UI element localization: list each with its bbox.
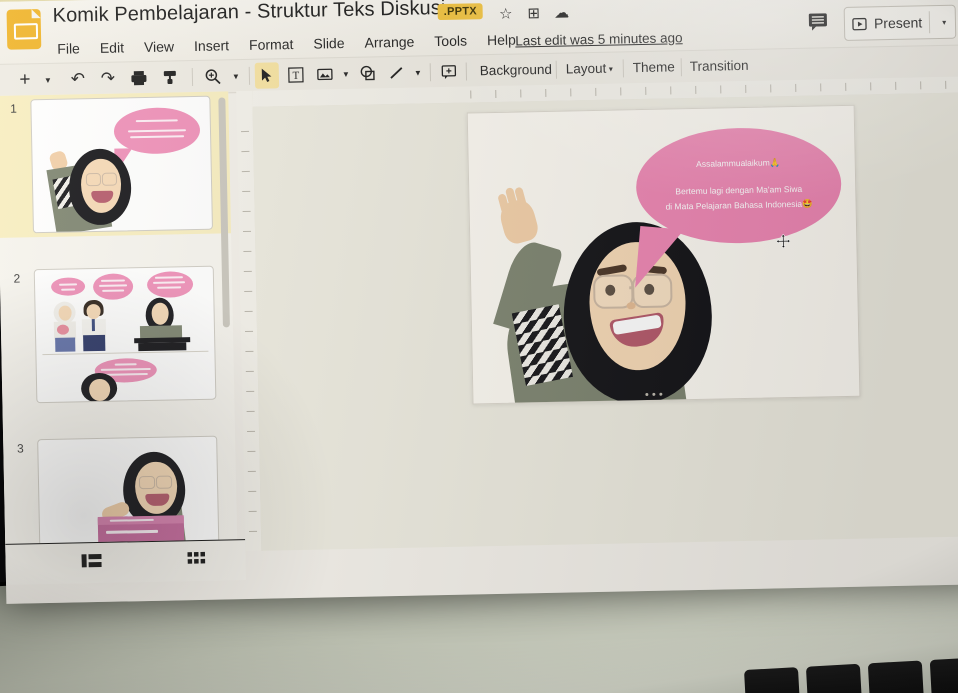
filmstrip-slide-1[interactable]: 1	[0, 91, 232, 238]
layout-caret-icon[interactable]: ▾	[609, 65, 613, 74]
avatar-hand-icon	[496, 186, 541, 247]
new-slide-icon[interactable]: +	[12, 67, 39, 94]
slide-number-2: 2	[13, 271, 21, 286]
present-divider	[928, 11, 931, 34]
play-icon	[852, 17, 867, 30]
thumb-glasses	[155, 475, 173, 489]
menu-item-insert[interactable]: Insert	[194, 37, 229, 54]
redo-icon[interactable]: ↷	[96, 65, 121, 91]
insert-image-icon[interactable]	[313, 61, 338, 87]
thumb-student-boy-face	[86, 303, 101, 320]
move-cursor-icon	[775, 233, 791, 249]
menu-item-format[interactable]: Format	[249, 36, 294, 53]
present-button[interactable]: Present ▾	[843, 4, 957, 41]
thumb-bubble	[92, 273, 134, 301]
zoom-caret-icon[interactable]: ▼	[228, 63, 245, 89]
file-type-badge: .PPTX	[437, 3, 484, 21]
filmstrip-bottom-bar	[5, 539, 247, 585]
menu-bar: File Edit View Insert Format Slide Arran…	[57, 32, 516, 57]
speech-line-1: Assalammualaikum🙏	[696, 157, 781, 169]
comment-icon[interactable]	[807, 10, 829, 32]
speech-bubble-tail	[635, 225, 685, 292]
line-caret-icon[interactable]: ▼	[410, 59, 427, 85]
badge-label: PPTX	[446, 5, 478, 18]
svg-text:T: T	[292, 70, 299, 82]
speech-line-3: di Mata Pelajaran Bahasa Indonesia🤩	[665, 198, 813, 212]
transition-button[interactable]: Transition	[690, 58, 749, 74]
slide-thumbnail-1[interactable]	[30, 95, 213, 234]
menu-item-view[interactable]: View	[144, 38, 174, 55]
menu-item-help[interactable]: Help	[487, 32, 516, 49]
current-slide[interactable]: Assalammualaikum🙏 Bertemu lagi dengan Ma…	[466, 104, 861, 405]
select-cursor-icon[interactable]	[254, 62, 280, 89]
thumb-student-boy-pants	[83, 334, 106, 352]
insert-comment-icon[interactable]	[437, 59, 462, 85]
slide-number-1: 1	[10, 101, 17, 116]
present-caret-icon[interactable]: ▾	[937, 17, 951, 26]
speech-bubble-text[interactable]: Assalammualaikum🙏 Bertemu lagi dengan Ma…	[637, 154, 841, 215]
move-to-folder-icon[interactable]: ⊞	[525, 5, 543, 23]
menu-item-arrange[interactable]: Arrange	[364, 34, 414, 51]
new-slide-caret-icon[interactable]: ▼	[40, 67, 57, 93]
thumb-bubble	[146, 271, 194, 298]
avatar-glasses-bridge	[629, 286, 635, 289]
slides-filmstrip-panel[interactable]: 1 2 3	[0, 91, 238, 574]
thumb-bubble	[50, 277, 86, 296]
laptop-screen: Kom Pembelaj Komik Pembelajaran - Strukt…	[0, 0, 958, 604]
slide-thumbnail-2[interactable]	[33, 265, 217, 404]
theme-button[interactable]: Theme	[633, 59, 675, 75]
shape-icon[interactable]	[356, 60, 381, 86]
last-edit-status[interactable]: Last edit was 5 minutes ago	[515, 30, 683, 48]
cloud-saved-icon[interactable]: ☁	[553, 4, 571, 22]
undo-icon[interactable]: ↶	[66, 66, 91, 92]
speech-line-2: Bertemu lagi dengan Ma'am Siwa	[675, 183, 803, 197]
toolbar-divider	[191, 68, 194, 87]
thumb-student-boy-tie	[91, 319, 95, 332]
grid-view-icon[interactable]	[187, 551, 207, 567]
toolbar-divider-4	[465, 62, 468, 81]
menu-item-slide[interactable]: Slide	[313, 35, 344, 52]
menu-item-tools[interactable]: Tools	[434, 33, 467, 50]
filmstrip-view-icon[interactable]	[81, 553, 102, 569]
paint-format-icon[interactable]	[158, 64, 183, 90]
google-slides-logo	[6, 9, 42, 50]
text-box-icon[interactable]: T	[284, 62, 309, 88]
toolbar-divider-6	[622, 59, 625, 78]
thumb-glasses	[138, 475, 156, 490]
thumb-desk-body	[138, 342, 187, 352]
laptop-photo: Kom Pembelaj Komik Pembelajaran - Strukt…	[0, 0, 958, 693]
slide-resize-dots	[645, 392, 663, 397]
thumb-text-line	[61, 288, 76, 291]
line-icon[interactable]	[385, 60, 410, 86]
print-icon[interactable]	[127, 65, 152, 91]
toolbar-divider-7	[680, 58, 682, 77]
slide-editor-canvas[interactable]: Assalammualaikum🙏 Bertemu lagi dengan Ma…	[252, 92, 958, 551]
thumb-glasses	[101, 172, 118, 186]
filmstrip-slide-2[interactable]: 2	[0, 261, 234, 408]
present-label: Present	[873, 14, 923, 32]
star-icon[interactable]: ☆	[497, 6, 515, 24]
zoom-icon[interactable]	[201, 63, 226, 89]
thumb-glasses	[85, 172, 102, 187]
toolbar-divider-2	[248, 66, 251, 85]
insert-image-caret-icon[interactable]: ▼	[338, 61, 355, 87]
menu-item-file[interactable]: File	[57, 40, 80, 56]
thumb-student-girl-skirt	[55, 337, 76, 352]
background-button[interactable]: Background	[480, 62, 552, 78]
menu-item-edit[interactable]: Edit	[100, 39, 124, 55]
toolbar-divider-5	[555, 60, 558, 79]
document-title[interactable]: Komik Pembelajaran - Struktur Teks Disku…	[52, 0, 445, 28]
toolbar-divider-3	[429, 63, 432, 82]
layout-button[interactable]: Layout	[566, 61, 607, 77]
